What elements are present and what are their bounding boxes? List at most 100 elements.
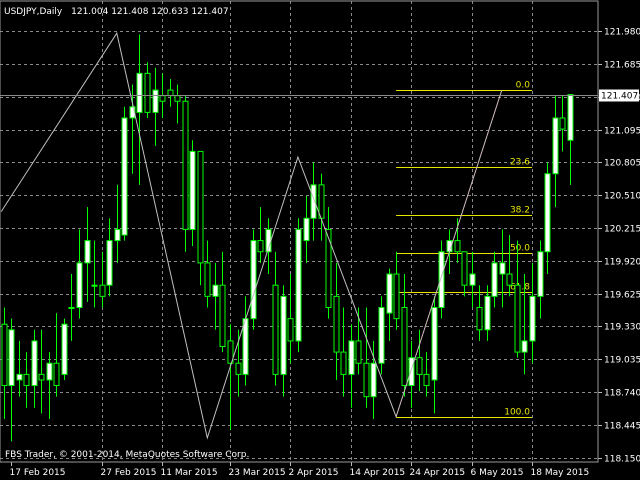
price-tick-label: 119.330 [604, 323, 640, 333]
candle-body [31, 340, 38, 387]
candle-body [280, 295, 287, 375]
price-tick-label: 118.740 [604, 389, 640, 399]
time-tick-label: 24 Apr 2015 [410, 468, 466, 478]
candle-body [559, 117, 566, 130]
candle-body [461, 251, 468, 286]
candle-body [197, 150, 204, 264]
price-chart[interactable]: 0.023.638.250.061.8100.0 121.980121.6851… [0, 0, 640, 480]
price-tick-label: 120.805 [604, 159, 640, 169]
candle-body [484, 295, 491, 331]
candle-body [499, 262, 506, 275]
candle-body [506, 273, 513, 286]
candle-body [370, 362, 377, 398]
candle-body [272, 284, 279, 375]
time-tick-label: 27 Feb 2015 [101, 468, 157, 478]
candle-body [348, 340, 355, 375]
candle-body [219, 284, 226, 348]
time-tick-label: 6 May 2015 [471, 468, 524, 478]
price-tick-label: 118.445 [604, 422, 640, 432]
fib-level-label: 0.0 [516, 81, 531, 91]
candle-body [355, 340, 362, 364]
candle-body [514, 284, 521, 353]
candle-body [454, 240, 461, 253]
candle-body [242, 318, 249, 375]
candle-body [182, 100, 189, 230]
time-tick-label: 11 Mar 2015 [161, 468, 218, 478]
fib-level-label: 38.2 [510, 206, 530, 216]
candle-body [318, 184, 325, 219]
candle-body [235, 362, 242, 375]
candle-body [438, 251, 445, 308]
symbol-label: USDJPY,Daily [4, 7, 63, 17]
candle-body [212, 284, 219, 297]
candle-body [250, 240, 257, 320]
candle-body [84, 240, 91, 264]
candle-body [340, 351, 347, 375]
candle-body [204, 262, 211, 297]
candle-body [287, 318, 294, 342]
candle-body [423, 373, 430, 387]
candle-body [114, 228, 121, 242]
fib-level-label: 50.0 [510, 244, 530, 254]
candle-body [567, 94, 574, 141]
time-tick-label: 14 Apr 2015 [350, 468, 406, 478]
candle-body [476, 306, 483, 331]
price-tick-label: 119.920 [604, 258, 640, 268]
time-tick-label: 23 Mar 2015 [229, 468, 286, 478]
price-tick-label: 119.625 [604, 291, 640, 301]
candle-body [144, 72, 151, 113]
candle-body [99, 284, 106, 297]
candle-body [469, 273, 476, 286]
candle-body [53, 362, 60, 387]
candle-body [303, 217, 310, 242]
candle-body [46, 362, 53, 381]
candle-body [544, 173, 551, 253]
candle-body [91, 284, 98, 287]
candle-body [431, 306, 438, 381]
candle-body [529, 295, 536, 342]
price-tick-label: 118.150 [604, 455, 640, 465]
time-tick-label: 18 May 2015 [531, 468, 590, 478]
candle-body [386, 273, 393, 314]
candle-body [8, 329, 15, 387]
price-tick-label: 121.980 [604, 28, 640, 38]
time-tick-label: 17 Feb 2015 [10, 468, 66, 478]
candle-body [521, 340, 528, 353]
candle-body [106, 240, 113, 286]
candle-body [152, 89, 159, 113]
price-tick-label: 121.685 [604, 61, 640, 71]
fibonacci-retracement[interactable]: 0.023.638.250.061.8100.0 [395, 81, 532, 418]
price-tick-label: 121.095 [604, 127, 640, 137]
candle-body [136, 72, 143, 113]
candle-body [491, 262, 498, 297]
ohlc-values: 121.004 121.408 120.633 121.407 [71, 7, 228, 17]
price-tick-label: 120.215 [604, 225, 640, 235]
price-tick-label: 119.035 [604, 356, 640, 366]
candle-body [23, 373, 30, 387]
candle-body [189, 150, 196, 230]
candle-body [257, 240, 264, 253]
candle-body [393, 273, 400, 320]
fib-level-label: 100.0 [504, 408, 530, 418]
time-tick-label: 2 Apr 2015 [289, 468, 339, 478]
candle-body [76, 262, 83, 308]
candle-body [552, 117, 559, 175]
candle-body [167, 89, 174, 97]
candle-body [537, 251, 544, 297]
candle-body [416, 357, 423, 375]
candle-body [378, 306, 385, 364]
candle-body [16, 373, 23, 381]
chart-title: USDJPY,Daily 121.004 121.408 120.633 121… [4, 7, 229, 17]
candle-body [1, 323, 8, 387]
time-axis: 17 Feb 2015 27 Feb 2015 11 Mar 2015 23 Mar … [10, 462, 590, 478]
candle-body [363, 362, 370, 398]
candle-body [159, 95, 166, 102]
current-price-label: 121.407 [601, 92, 638, 102]
candle-body [61, 323, 68, 375]
price-tick-label: 120.510 [604, 192, 640, 202]
candle-body [408, 357, 415, 387]
candle-body [174, 95, 181, 102]
candle-body [333, 295, 340, 353]
candle-body [68, 306, 75, 309]
copyright-notice: FBS Trader, © 2001-2014, MetaQuotes Soft… [5, 450, 249, 460]
